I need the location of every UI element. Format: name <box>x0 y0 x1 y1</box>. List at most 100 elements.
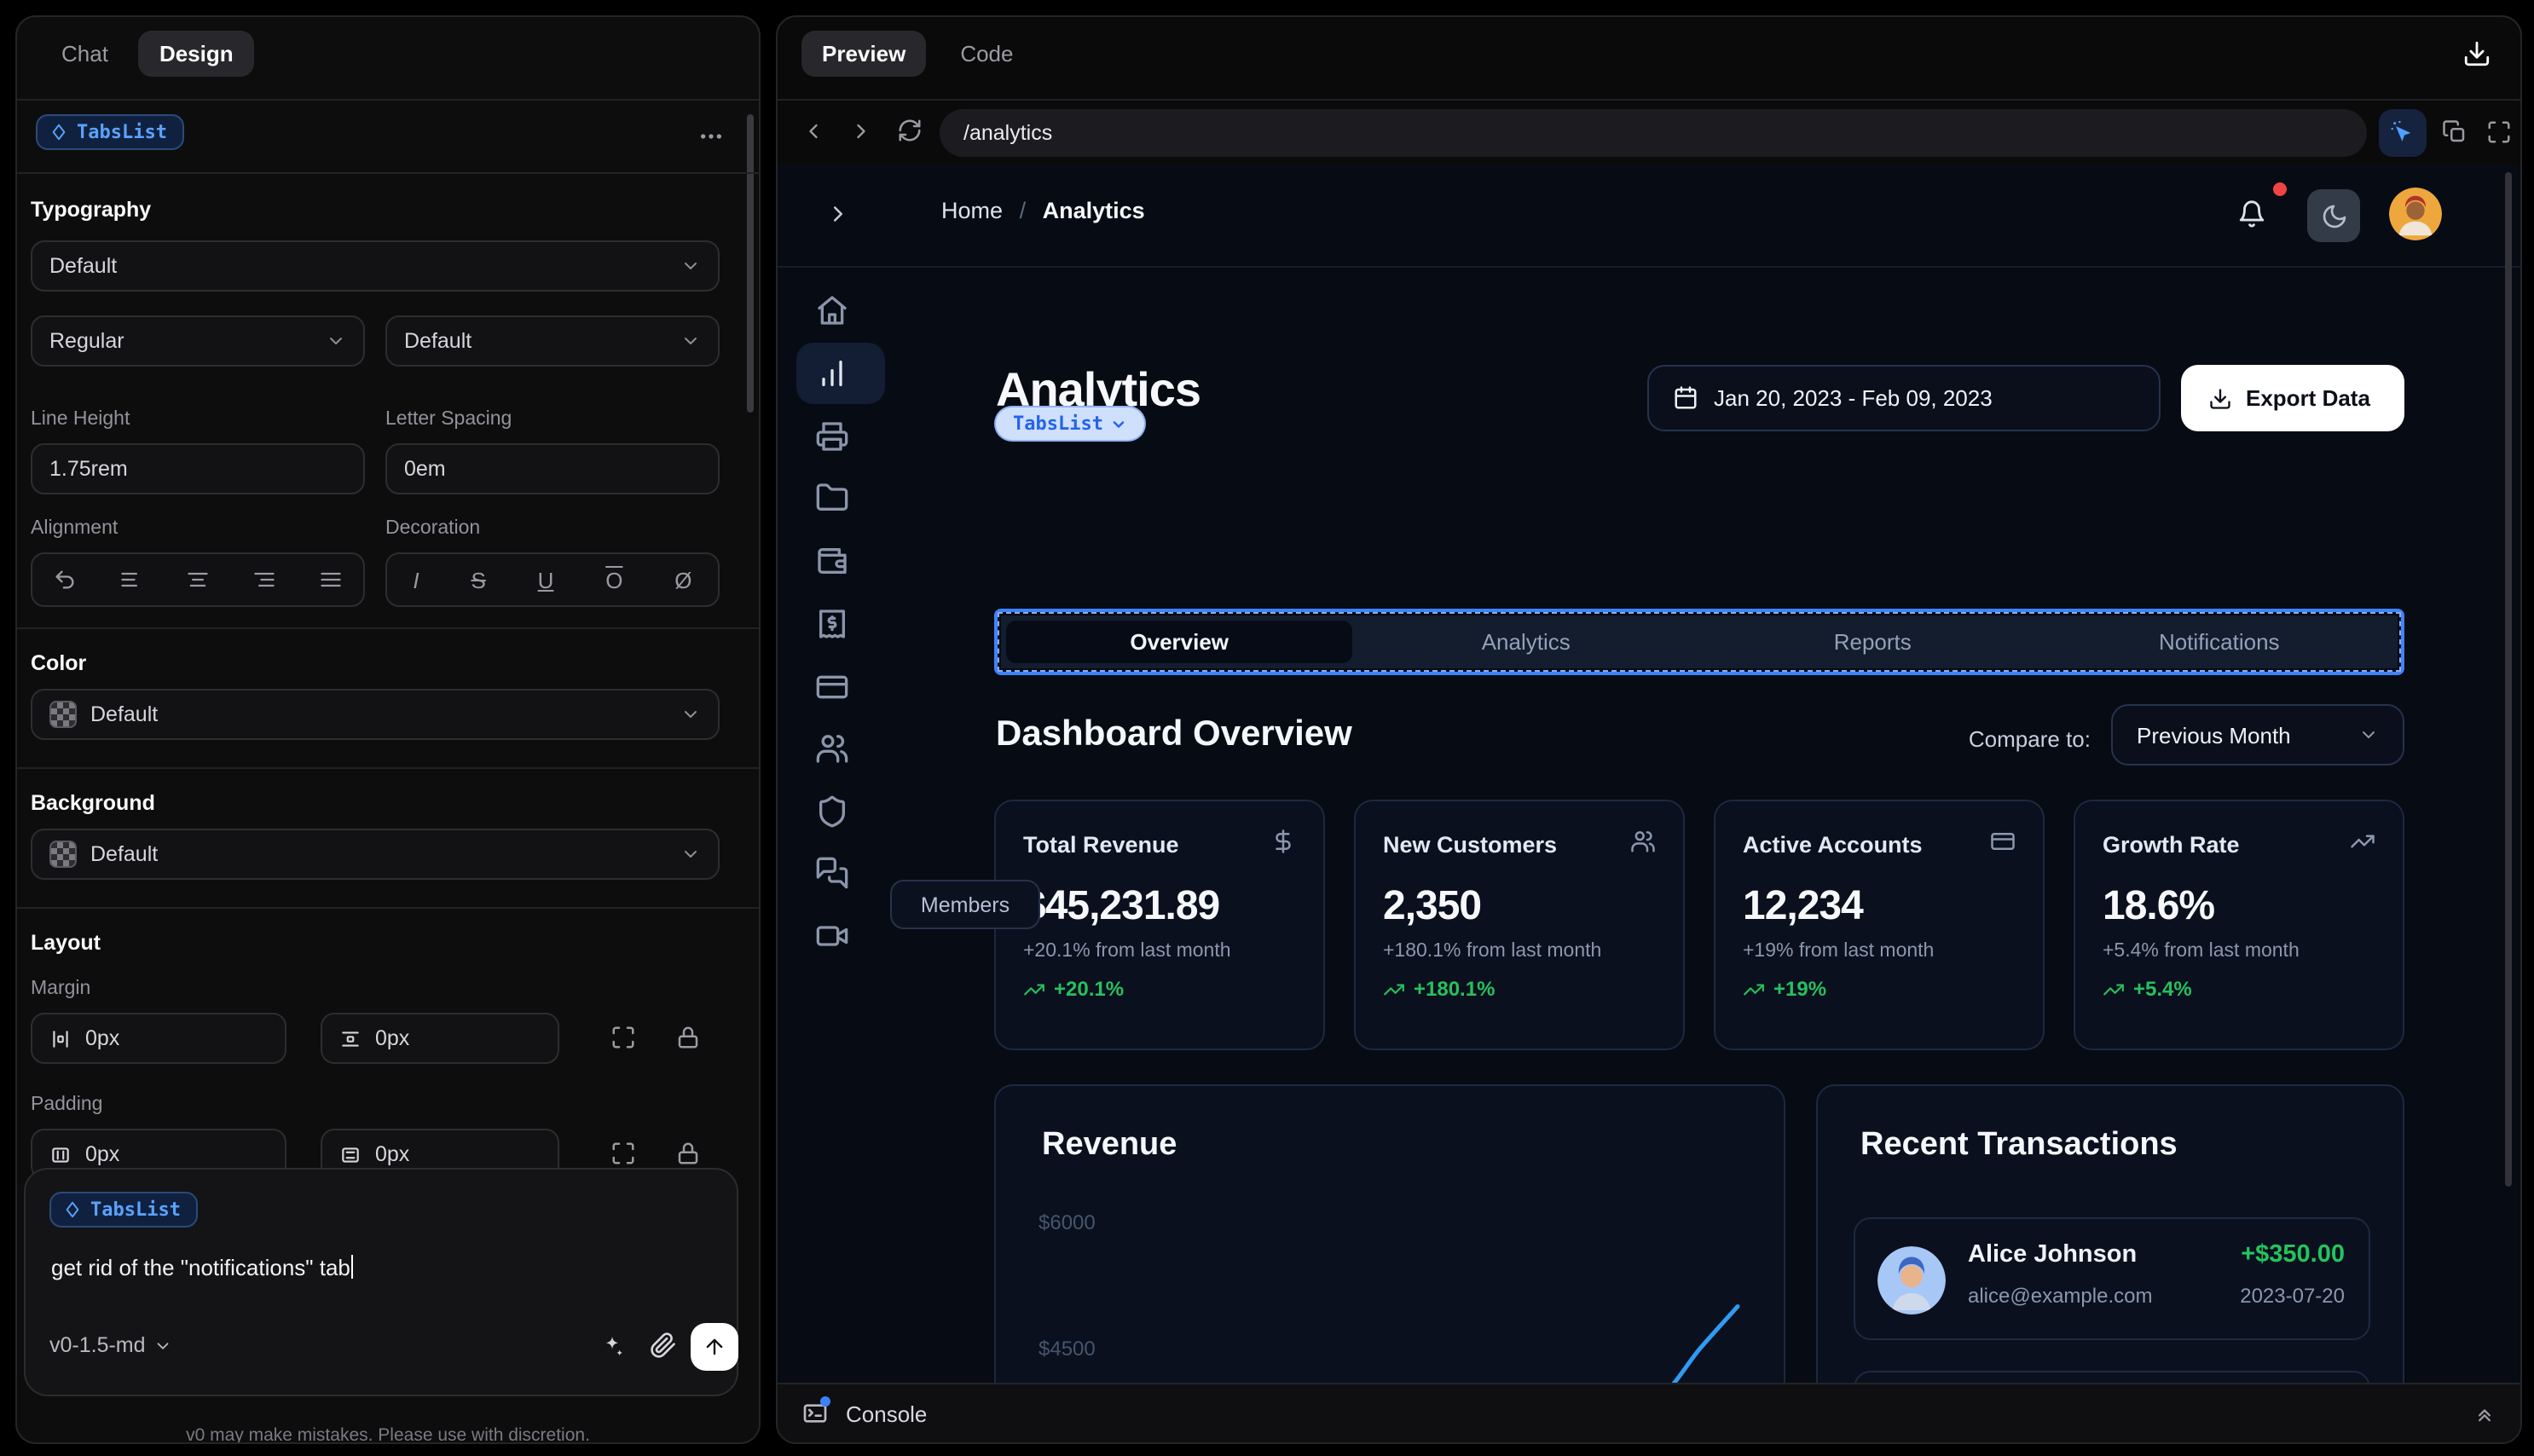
font-size-value: Default <box>404 329 472 353</box>
more-menu-button[interactable] <box>697 123 725 150</box>
selected-component-chip[interactable]: TabsList <box>36 114 184 150</box>
margin-expand-button[interactable] <box>610 1025 636 1050</box>
align-left-button[interactable] <box>119 568 143 592</box>
tab-overview[interactable]: Overview <box>1006 621 1353 663</box>
background-select[interactable]: Default <box>31 829 720 880</box>
refresh-button[interactable] <box>897 118 923 143</box>
tab-analytics[interactable]: Analytics <box>1353 621 1700 663</box>
padding-lock-button[interactable] <box>675 1141 701 1166</box>
margin-label: Margin <box>31 979 91 999</box>
chevron-down-icon <box>1113 420 1125 427</box>
fullscreen-icon <box>2488 121 2510 143</box>
design-panel: Chat Design TabsList Typography Default … <box>15 15 761 1444</box>
layout-section-label: Layout <box>31 931 101 955</box>
tab-code[interactable]: Code <box>940 31 1033 77</box>
theme-toggle-button[interactable] <box>2307 189 2360 242</box>
date-range-picker[interactable]: Jan 20, 2023 - Feb 09, 2023 <box>1647 365 2161 431</box>
padding-expand-button[interactable] <box>610 1141 636 1166</box>
chat-composer[interactable]: TabsList get rid of the "notifications" … <box>24 1168 738 1396</box>
url-value: /analytics <box>963 121 1053 145</box>
download-button[interactable] <box>2462 39 2491 68</box>
italic-glyph: I <box>413 567 419 592</box>
letter-spacing-input[interactable]: 0em <box>385 443 720 494</box>
underline-button[interactable]: U <box>538 567 554 592</box>
padding-horizontal-icon <box>52 1147 69 1162</box>
enhance-prompt-button[interactable] <box>599 1333 626 1361</box>
console-bar[interactable]: Console <box>778 1383 2520 1442</box>
chevron-down-icon <box>685 851 697 858</box>
font-weight-select[interactable]: Regular <box>31 315 365 367</box>
url-input[interactable]: /analytics <box>940 109 2367 157</box>
undo-alignment-button[interactable] <box>54 568 78 592</box>
console-expand-button[interactable] <box>2473 1401 2496 1425</box>
copy-preview-button[interactable] <box>2442 119 2467 145</box>
section-title: Dashboard Overview <box>996 714 1352 754</box>
stat-trend: +20.1% <box>1023 977 1124 1001</box>
margin-x-input[interactable]: 0px <box>31 1013 286 1064</box>
forward-button[interactable] <box>849 119 873 143</box>
sidebar-item-analytics[interactable] <box>815 356 849 390</box>
credit-card-icon <box>1990 829 2016 854</box>
sidebar-item-messages[interactable] <box>815 856 849 890</box>
no-decoration-glyph: Ø <box>674 567 692 592</box>
overline-button[interactable]: O <box>605 567 622 592</box>
inspector-badge[interactable]: TabsList <box>996 407 1144 440</box>
model-select[interactable]: v0-1.5-md <box>49 1333 173 1357</box>
align-left-icon <box>121 572 138 587</box>
sidebar-item-files[interactable] <box>815 481 849 515</box>
tab-reports[interactable]: Reports <box>1699 621 2046 663</box>
no-decoration-button[interactable]: Ø <box>674 567 691 592</box>
decoration-group: I S U O Ø <box>385 552 720 607</box>
tab-notifications[interactable]: Notifications <box>2046 621 2393 663</box>
sidebar-toggle-button[interactable] <box>825 201 851 227</box>
fullscreen-button[interactable] <box>2486 119 2512 145</box>
sidebar-item-invoices[interactable] <box>815 419 849 454</box>
line-height-input[interactable]: 1.75rem <box>31 443 365 494</box>
composer-message[interactable]: get rid of the "notifications" tab <box>51 1255 354 1280</box>
italic-button[interactable]: I <box>413 567 419 592</box>
breadcrumb-home[interactable]: Home <box>941 198 1003 223</box>
sidebar-item-members[interactable] <box>815 731 849 766</box>
stat-trend: +180.1% <box>1383 977 1495 1001</box>
stat-card-growth-rate: Growth Rate 18.6% +5.4% from last month … <box>2074 800 2404 1050</box>
preview-scrollbar[interactable] <box>2505 172 2512 1187</box>
strikethrough-button[interactable]: S <box>471 567 485 592</box>
tab-chat[interactable]: Chat <box>41 31 129 77</box>
divider <box>17 172 759 174</box>
chevron-down-icon <box>685 263 697 269</box>
sidebar-item-wallet[interactable] <box>815 544 849 578</box>
export-data-button[interactable]: Export Data <box>2181 365 2404 431</box>
sidebar-item-security[interactable] <box>815 794 849 829</box>
console-label: Console <box>846 1401 928 1426</box>
transaction-row[interactable]: Alice Johnson alice@example.com +$350.00… <box>1854 1217 2370 1340</box>
notifications-button[interactable] <box>2237 199 2266 228</box>
user-avatar[interactable] <box>2389 188 2442 240</box>
attach-file-button[interactable] <box>650 1332 677 1359</box>
align-justify-button[interactable] <box>318 568 342 592</box>
left-panel-scrollbar[interactable] <box>747 114 754 413</box>
sidebar-item-receipts[interactable] <box>815 607 849 641</box>
compare-select[interactable]: Previous Month <box>2111 704 2404 766</box>
back-button[interactable] <box>801 119 825 143</box>
sidebar-item-cards[interactable] <box>815 670 849 704</box>
tab-design[interactable]: Design <box>138 31 254 77</box>
background-swatch <box>49 841 77 868</box>
font-size-select[interactable]: Default <box>385 315 720 367</box>
composer-component-chip[interactable]: TabsList <box>49 1192 198 1228</box>
margin-y-value: 0px <box>375 1026 410 1050</box>
sidebar-item-video[interactable] <box>815 919 849 953</box>
color-select[interactable]: Default <box>31 689 720 740</box>
chevron-down-icon <box>2363 731 2375 738</box>
transaction-name: Alice Johnson <box>1968 1241 2138 1268</box>
align-center-button[interactable] <box>186 568 210 592</box>
transaction-date: 2023-07-20 <box>2240 1284 2345 1308</box>
send-button[interactable] <box>691 1323 738 1371</box>
margin-y-input[interactable]: 0px <box>321 1013 559 1064</box>
sidebar-item-home[interactable] <box>815 293 849 327</box>
tab-preview[interactable]: Preview <box>801 31 927 77</box>
inspect-cursor-button[interactable] <box>2379 109 2427 157</box>
align-right-button[interactable] <box>252 568 276 592</box>
margin-lock-button[interactable] <box>675 1025 701 1050</box>
color-swatch <box>49 701 77 728</box>
font-family-select[interactable]: Default <box>31 240 720 292</box>
